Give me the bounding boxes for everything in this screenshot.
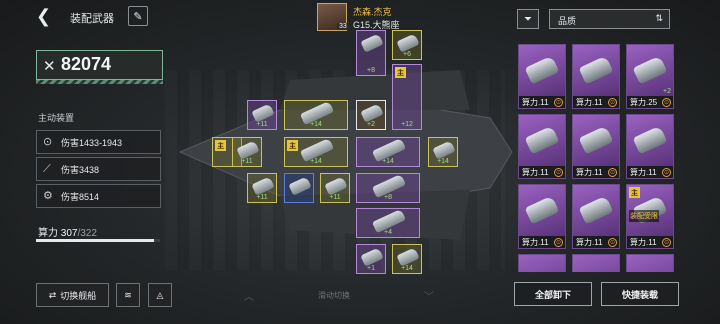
inventory-card[interactable]: 算力.11 ⊙ — [518, 184, 566, 249]
chevron-up-icon: ︿ — [244, 292, 254, 303]
weapon-slot[interactable]: +2 — [356, 100, 386, 130]
overclock-icon: ⊙ — [662, 98, 671, 107]
inventory-card-partial[interactable] — [518, 254, 566, 272]
weapon-slot[interactable]: +4 — [356, 208, 420, 238]
stat-label: 伤害1433-1943 — [61, 137, 123, 148]
capacity-bar-fill — [36, 239, 155, 242]
crossed-swords-icon: ✕ — [43, 58, 56, 75]
overclock-icon: ⊙ — [554, 168, 563, 177]
gear-icon: ⚙ — [43, 190, 53, 202]
sort-select[interactable]: 品质 ⇅ — [549, 9, 670, 29]
weapon-slot[interactable]: +14 — [356, 137, 420, 167]
swipe-hint: 滑动切换 — [318, 291, 350, 300]
target-icon: ⊙ — [43, 136, 53, 148]
inventory-card[interactable]: 算力.11 ⊙ — [572, 184, 620, 249]
weapon-slot[interactable]: +8 — [356, 173, 420, 203]
screen: ❮ 装配武器 ✎ 33 杰森.杰克 G15.大熊座 ✕ 82074 主动装置 ⊙… — [0, 0, 720, 324]
filter-icon[interactable]: ⏷ — [517, 9, 539, 29]
weapon-slot[interactable]: +11 — [247, 173, 277, 203]
swap-icon: ⇄ — [48, 289, 57, 300]
capacity-max: /322 — [77, 228, 97, 239]
stat-label: 伤害8514 — [61, 191, 100, 202]
stat-row-2[interactable]: ⟋ 伤害3438 — [36, 157, 161, 181]
sort-label: 品质 — [558, 16, 577, 26]
inventory-card-partial[interactable] — [626, 254, 674, 272]
overclock-icon: ⊙ — [608, 168, 617, 177]
page-title: 装配武器 — [70, 13, 114, 25]
overclock-icon: ⊙ — [662, 168, 671, 177]
stat-label: 伤害3438 — [61, 164, 100, 175]
edit-icon[interactable]: ✎ — [128, 6, 148, 26]
radar-icon[interactable]: ◬ — [148, 283, 172, 307]
master-mark: 主 — [215, 140, 226, 151]
pilot-name: 杰森.杰克 — [353, 7, 392, 17]
weapon-slot[interactable]: +8 — [356, 30, 386, 76]
overclock-icon: ⊙ — [554, 98, 563, 107]
inventory-card-partial[interactable] — [572, 254, 620, 272]
overclock-icon: ⊙ — [608, 238, 617, 247]
weapon-slot[interactable]: +11 — [232, 137, 262, 167]
power-stripe-decor — [36, 80, 163, 84]
weapon-slot[interactable]: +14 — [428, 137, 458, 167]
inventory-card[interactable]: 算力.11 ⊙ — [518, 114, 566, 179]
overclock-icon: ⊙ — [662, 238, 671, 247]
weapon-slot[interactable]: +1 — [356, 244, 386, 274]
inventory-card[interactable]: 算力.11 ⊙ — [518, 44, 566, 109]
weapon-slot[interactable]: 主 +14 — [284, 137, 348, 167]
weapon-slot[interactable]: +14 — [392, 244, 422, 274]
capacity-current: 307 — [60, 228, 78, 239]
inventory-card[interactable]: 算力.11 ⊙ — [572, 114, 620, 179]
quick-equip-button[interactable]: 快捷装载 — [601, 282, 679, 306]
stat-row-3[interactable]: ⚙ 伤害8514 — [36, 184, 161, 208]
pilot-level: 33 — [337, 23, 349, 30]
unequip-all-button[interactable]: 全部卸下 — [514, 282, 592, 306]
weapon-slot[interactable]: +11 — [247, 100, 277, 130]
master-mark: 主 — [629, 187, 640, 198]
weapon-slot[interactable] — [284, 173, 314, 203]
weapon-slot[interactable]: 主 +12 — [392, 64, 422, 130]
capacity-bar — [36, 239, 160, 242]
inventory-card[interactable]: 算力.11 ⊙ — [626, 114, 674, 179]
inventory-card[interactable]: +2 算力.25 ⊙ — [626, 44, 674, 109]
combat-power-value: 82074 — [61, 54, 112, 74]
weapon-slot[interactable]: +14 — [284, 100, 348, 130]
back-arrow-icon[interactable]: ❮ — [36, 6, 56, 26]
missile-icon: ⟋ — [43, 163, 51, 175]
overclock-icon: ⊙ — [554, 238, 563, 247]
warning-label: 装配受限 — [629, 210, 659, 222]
sort-order-icon[interactable]: ⇅ — [655, 13, 663, 24]
inventory-card[interactable]: 主装配受限 算力.11 ⊙ — [626, 184, 674, 249]
stat-row-1[interactable]: ⊙ 伤害1433-1943 — [36, 130, 161, 154]
inventory-card[interactable]: 算力.11 ⊙ — [572, 44, 620, 109]
wave-icon[interactable]: ≋ — [116, 283, 140, 307]
combat-power: ✕ 82074 — [36, 50, 163, 80]
weapon-slot[interactable]: +6 — [392, 30, 422, 60]
switch-ship-button[interactable]: ⇄ 切换舰船 — [36, 283, 109, 307]
capacity-label: 算力 307/322 — [38, 228, 97, 239]
weapon-slot[interactable]: +11 — [320, 173, 350, 203]
master-mark: 主 — [287, 140, 298, 151]
chevron-down-icon: ﹀ — [424, 292, 434, 303]
overclock-icon: ⊙ — [608, 98, 617, 107]
section-title: 主动装置 — [38, 113, 75, 123]
inventory-grid: 算力.11 ⊙ 算力.11 ⊙ +2 算力.25 ⊙ 算力.11 ⊙ 算力.11 ⊙ 算力.… — [514, 40, 680, 272]
master-mark: 主 — [395, 67, 406, 78]
